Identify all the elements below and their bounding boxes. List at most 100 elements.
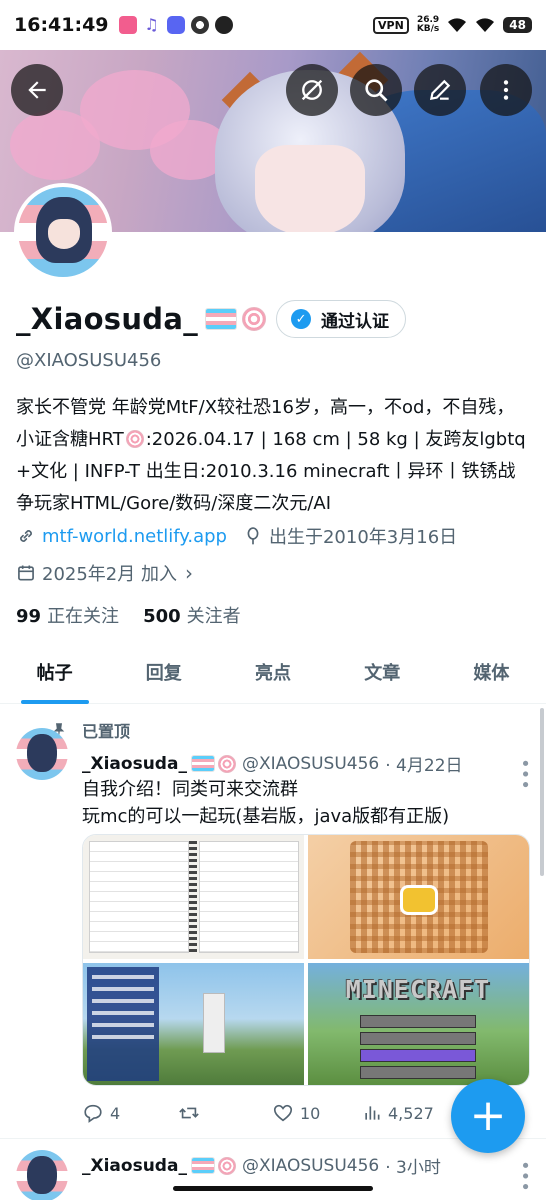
followers-label: 关注者 xyxy=(186,606,241,627)
retweet-button[interactable] xyxy=(177,1102,272,1124)
bilibili-icon xyxy=(118,16,137,34)
get-verified-label: 通过认证 xyxy=(321,311,390,332)
media-image-notebook[interactable] xyxy=(83,835,304,959)
search-icon xyxy=(365,79,388,102)
net-speed: 26.9 KB/s xyxy=(417,16,439,34)
chat-panel xyxy=(87,967,159,1081)
joined-row[interactable]: 2025年2月 加入 › xyxy=(16,560,193,586)
menu-bar xyxy=(360,1066,476,1079)
candy-swirl-icon xyxy=(217,754,236,773)
next-post-more-icon[interactable]: ••• xyxy=(514,1160,535,1192)
post-text: 自我介绍！同类可来交流群 玩mc的可以一起玩(基岩版，java版都有正版) xyxy=(82,776,449,830)
notebook-page xyxy=(199,841,299,953)
post-header: _Xiaosuda_ @XIAOSUSU456 · 4月22日 xyxy=(82,751,463,777)
battery-indicator: 48 xyxy=(503,17,532,33)
menu-bar xyxy=(360,1015,476,1028)
following-count: 99 xyxy=(16,606,42,627)
menu-bar xyxy=(360,1032,476,1045)
followers-count: 500 xyxy=(143,606,181,627)
display-name: _Xiaosuda_ xyxy=(16,302,199,336)
following-link[interactable]: 99 正在关注 xyxy=(16,602,119,628)
reply-button[interactable]: 4 xyxy=(82,1102,177,1124)
tab-media[interactable]: 媒体 xyxy=(437,648,546,703)
media-image-qr-code[interactable] xyxy=(308,835,529,959)
wifi-icon xyxy=(448,18,467,32)
menu-bar xyxy=(360,1049,476,1062)
next-post-avatar[interactable] xyxy=(16,1150,68,1200)
reply-icon xyxy=(84,1104,102,1123)
like-count: 10 xyxy=(300,1103,321,1123)
tab-highlights[interactable]: 亮点 xyxy=(218,648,327,703)
profile-meta-row: mtf-world.netlify.app 出生于2010年3月16日 xyxy=(16,523,457,549)
wifi-icon-2 xyxy=(476,18,495,32)
get-verified-button[interactable]: ✓ 通过认证 xyxy=(276,300,407,338)
candy-swirl-icon xyxy=(125,430,144,448)
status-bar: 16:41:49 ♫ VPN 26.9 KB/s 48 xyxy=(0,0,546,50)
media-image-minecraft[interactable]: MINECRAFT xyxy=(308,963,529,1085)
no-eye-icon xyxy=(301,79,323,101)
reply-count: 4 xyxy=(110,1103,121,1123)
discord-icon xyxy=(166,16,185,34)
website-link[interactable]: mtf-world.netlify.app xyxy=(42,526,227,547)
media-image-screenshot[interactable] xyxy=(83,963,304,1085)
gesture-bar[interactable] xyxy=(173,1186,373,1191)
follow-stats: 99 正在关注 500 关注者 xyxy=(16,602,241,628)
trans-flag-icon xyxy=(191,756,214,771)
following-label: 正在关注 xyxy=(47,606,120,627)
view-count: 4,527 xyxy=(388,1103,434,1123)
candy-swirl-icon xyxy=(217,1156,236,1175)
post-media-grid: MINECRAFT xyxy=(82,834,530,1086)
vpn-badge: VPN xyxy=(373,16,409,34)
edit-button[interactable] xyxy=(414,64,466,116)
compose-post-button[interactable]: + xyxy=(451,1079,525,1153)
profile-name-row: _Xiaosuda_ ✓ 通过认证 xyxy=(16,300,407,338)
pinned-label: 已置顶 xyxy=(82,722,131,741)
game-character xyxy=(203,993,225,1053)
scrollbar[interactable] xyxy=(540,708,544,876)
minecraft-logo: MINECRAFT xyxy=(345,975,491,1004)
mute-button[interactable] xyxy=(286,64,338,116)
tab-replies[interactable]: 回复 xyxy=(109,648,218,703)
avatar-hair xyxy=(27,734,57,772)
post-author-name[interactable]: _Xiaosuda_ xyxy=(82,754,187,774)
next-post-time: · 3小时 xyxy=(385,1158,441,1178)
avatar-face xyxy=(48,219,80,249)
birthday-text: 出生于2010年3月16日 xyxy=(268,527,458,548)
bar-chart-icon xyxy=(365,1106,380,1120)
notebook-page xyxy=(89,841,189,953)
balloon-icon xyxy=(247,527,259,545)
trans-flag-icon xyxy=(206,309,237,329)
heart-icon xyxy=(273,1104,293,1122)
link-icon xyxy=(20,530,32,542)
vertical-dots-icon xyxy=(503,80,509,100)
joined-text: 2025年2月 加入 xyxy=(42,564,177,585)
post-more-icon[interactable]: ••• xyxy=(514,758,535,790)
tab-posts[interactable]: 帖子 xyxy=(0,648,109,703)
next-post-author-name[interactable]: _Xiaosuda_ xyxy=(82,1156,187,1176)
trans-flag-icon xyxy=(191,1158,214,1173)
tab-articles[interactable]: 文章 xyxy=(328,648,437,703)
views-button[interactable]: 4,527 xyxy=(362,1103,434,1123)
followers-link[interactable]: 500 关注者 xyxy=(143,602,241,628)
verified-badge-icon: ✓ xyxy=(291,309,312,329)
character-face xyxy=(255,145,365,232)
like-button[interactable]: 10 xyxy=(272,1102,362,1124)
app-icon xyxy=(214,16,233,34)
chrome-icon xyxy=(190,16,209,34)
post-avatar[interactable] xyxy=(16,728,68,780)
more-button[interactable] xyxy=(480,64,532,116)
profile-bio: 家长不管党 年龄党MtF/X较社恐16岁，高一，不od，不自残，小证含糖HRT:… xyxy=(16,392,532,520)
search-button[interactable] xyxy=(350,64,402,116)
chevron-right-icon: › xyxy=(184,561,193,585)
post-line-2: 玩mc的可以一起玩(基岩版，java版都有正版) xyxy=(82,806,450,827)
ghost-icon xyxy=(400,885,438,915)
status-time: 16:41:49 xyxy=(14,14,109,36)
profile-avatar[interactable] xyxy=(14,183,112,281)
calendar-icon xyxy=(18,565,34,581)
avatar-hair xyxy=(27,1156,57,1194)
profile-handle: @XIAOSUSU456 xyxy=(16,350,162,371)
pencil-icon xyxy=(429,79,451,101)
back-button[interactable] xyxy=(11,64,63,116)
post-actions: 4 10 4,527 xyxy=(82,1098,442,1128)
retweet-icon xyxy=(179,1107,199,1119)
